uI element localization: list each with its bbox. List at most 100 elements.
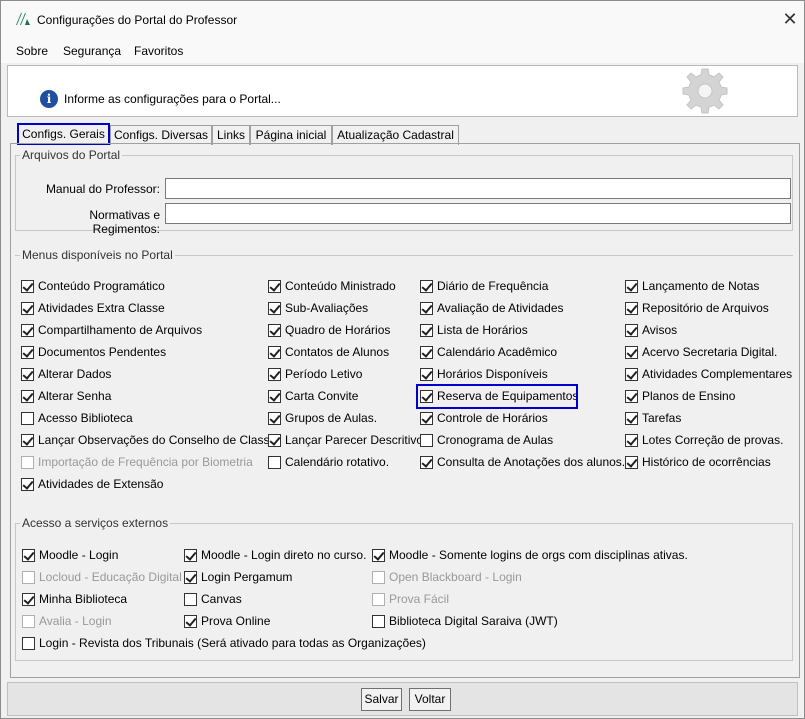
checkbox-unchecked-icon[interactable] — [22, 637, 35, 650]
checkbox-label: Prova Fácil — [389, 592, 450, 606]
info-icon: i — [40, 90, 58, 108]
checkbox-label: Atividades Complementares — [642, 367, 793, 381]
checkbox-checked-icon[interactable] — [184, 615, 197, 628]
checkbox-label: Canvas — [201, 592, 242, 606]
checkbox-checked-icon[interactable] — [21, 280, 34, 293]
checkbox-label: Período Letivo — [285, 367, 363, 381]
save-button[interactable]: Salvar — [361, 688, 402, 711]
app-logo-icon — [16, 13, 30, 25]
checkbox-unchecked-icon — [21, 456, 34, 469]
checkbox-checked-icon[interactable] — [420, 280, 433, 293]
window-title: Configurações do Portal do Professor — [37, 13, 238, 27]
checkbox-unchecked-icon[interactable] — [268, 456, 281, 469]
tab-links[interactable]: Links — [212, 125, 250, 145]
checkbox-checked-icon[interactable] — [625, 412, 638, 425]
checkbox-checked-icon[interactable] — [268, 412, 281, 425]
checkbox-unchecked-icon — [372, 593, 385, 606]
checkbox-checked-icon[interactable] — [268, 434, 281, 447]
checkbox-checked-icon[interactable] — [420, 412, 433, 425]
tab-pagina-inicial[interactable]: Página inicial — [250, 125, 332, 145]
tab-atualizacao-cadastral[interactable]: Atualização Cadastral — [332, 125, 459, 145]
checkbox-label: Calendário rotativo. — [285, 455, 390, 469]
checkbox-label: Contatos de Alunos — [285, 345, 390, 359]
checkbox-checked-icon[interactable] — [420, 324, 433, 337]
checkbox-checked-icon[interactable] — [21, 302, 34, 315]
checkbox-label: Conteúdo Ministrado — [285, 279, 396, 293]
checkbox-checked-icon[interactable] — [625, 280, 638, 293]
title-bar: Configurações do Portal do Professor ✕ — [1, 1, 804, 39]
checkbox-checked-icon[interactable] — [21, 346, 34, 359]
checkbox-label: Moodle - Login — [39, 548, 119, 562]
checkbox-label: Tarefas — [642, 411, 682, 425]
checkbox-checked-icon[interactable] — [420, 368, 433, 381]
checkbox-unchecked-icon[interactable] — [372, 615, 385, 628]
menu-sobre[interactable]: Sobre — [16, 44, 48, 58]
normativas-field[interactable] — [165, 203, 791, 224]
checkbox-checked-icon[interactable] — [625, 302, 638, 315]
checkbox-label: Lançar Observações do Conselho de Classe — [38, 433, 277, 447]
checkbox-label: Atividades de Extensão — [38, 477, 164, 491]
checkbox-checked-icon[interactable] — [268, 346, 281, 359]
checkbox-label: Planos de Ensino — [642, 389, 736, 403]
checkbox-checked-icon[interactable] — [21, 478, 34, 491]
checkbox-checked-icon[interactable] — [372, 549, 385, 562]
checkbox-checked-icon[interactable] — [625, 346, 638, 359]
info-message: Informe as configurações para o Portal..… — [64, 92, 281, 106]
back-button[interactable]: Voltar — [409, 688, 451, 711]
checkbox-label: Atividades Extra Classe — [38, 301, 165, 315]
checkbox-unchecked-icon[interactable] — [420, 434, 433, 447]
checkbox-unchecked-icon[interactable] — [184, 593, 197, 606]
tab-configs-gerais[interactable]: Configs. Gerais — [17, 123, 110, 145]
checkbox-label: Quadro de Horários — [285, 323, 391, 337]
checkbox-label: Lotes Correção de provas. — [642, 433, 784, 447]
settings-window: Configurações do Portal do Professor ✕ S… — [0, 0, 805, 719]
checkbox-label: Grupos de Aulas. — [285, 411, 378, 425]
manual-field[interactable] — [165, 178, 791, 199]
checkbox-checked-icon[interactable] — [625, 390, 638, 403]
checkbox-checked-icon[interactable] — [268, 324, 281, 337]
checkbox-checked-icon[interactable] — [625, 324, 638, 337]
checkbox-label: Alterar Senha — [38, 389, 112, 403]
checkbox-checked-icon[interactable] — [22, 593, 35, 606]
checkbox-label: Compartilhamento de Arquivos — [38, 323, 203, 337]
checkbox-checked-icon[interactable] — [625, 456, 638, 469]
checkbox-checked-icon[interactable] — [22, 549, 35, 562]
checkbox-label: Repositório de Arquivos — [642, 301, 769, 315]
checkbox-checked-icon[interactable] — [625, 434, 638, 447]
checkbox-label: Biblioteca Digital Saraiva (JWT) — [389, 614, 558, 628]
menu-bar: Sobre Segurança Favoritos — [1, 39, 804, 63]
checkbox-checked-icon[interactable] — [268, 390, 281, 403]
checkbox-label: Prova Online — [201, 614, 271, 628]
checkbox-checked-icon[interactable] — [420, 346, 433, 359]
checkbox-checked-icon[interactable] — [420, 456, 433, 469]
checkbox-checked-icon[interactable] — [268, 280, 281, 293]
checkbox-checked-icon[interactable] — [184, 571, 197, 584]
checkbox-label: Login - Revista dos Tribunais (Será ativ… — [39, 636, 426, 650]
menu-seguranca[interactable]: Segurança — [63, 44, 121, 58]
checkbox-label: Moodle - Login direto no curso. — [201, 548, 367, 562]
checkbox-unchecked-icon[interactable] — [21, 412, 34, 425]
checkbox-checked-icon[interactable] — [21, 324, 34, 337]
checkbox-checked-icon[interactable] — [184, 549, 197, 562]
checkbox-label: Avalia - Login — [39, 614, 112, 628]
checkbox-checked-icon[interactable] — [268, 302, 281, 315]
close-button[interactable]: ✕ — [777, 7, 803, 33]
checkbox-label: Moodle - Somente logins de orgs com disc… — [389, 548, 688, 562]
gear-icon — [682, 68, 728, 114]
tab-configs-diversas[interactable]: Configs. Diversas — [110, 125, 212, 145]
checkbox-checked-icon[interactable] — [420, 302, 433, 315]
checkbox-label: Lançamento de Notas — [642, 279, 760, 293]
checkbox-checked-icon[interactable] — [21, 368, 34, 381]
checkbox-checked-icon[interactable] — [21, 390, 34, 403]
checkbox-label: Login Pergamum — [201, 570, 293, 584]
checkbox-label: Documentos Pendentes — [38, 345, 167, 359]
menu-favoritos[interactable]: Favoritos — [134, 44, 183, 58]
checkbox-label: Lançar Parecer Descritivo — [285, 433, 424, 447]
checkbox-label: Lista de Horários — [437, 323, 528, 337]
checkbox-label: Calendário Acadêmico — [437, 345, 558, 359]
externos-title: Acesso a serviços externos — [20, 516, 171, 530]
checkbox-checked-icon[interactable] — [268, 368, 281, 381]
checkbox-checked-icon[interactable] — [21, 434, 34, 447]
checkbox-label: Sub-Avaliações — [285, 301, 369, 315]
checkbox-checked-icon[interactable] — [625, 368, 638, 381]
